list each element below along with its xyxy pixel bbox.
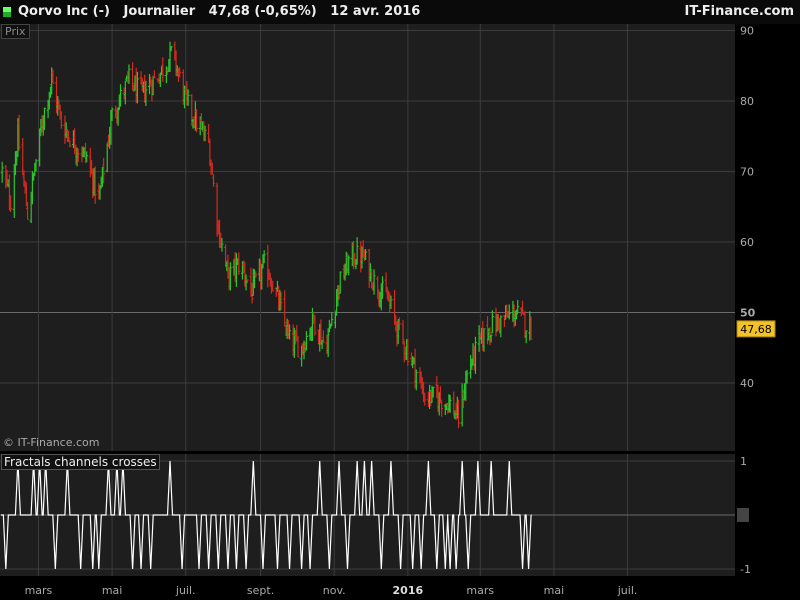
y-tick-label: 1 xyxy=(740,455,747,468)
x-tick-label: juil. xyxy=(617,584,638,597)
x-tick-label: mai xyxy=(544,584,565,597)
x-tick-label: mars xyxy=(466,584,494,597)
y-tick-label: 80 xyxy=(740,95,754,108)
y-tick-label: 50 xyxy=(740,307,756,320)
x-tick-label: mai xyxy=(102,584,123,597)
x-tick-label: sept. xyxy=(247,584,274,597)
y-tick-label: 60 xyxy=(740,236,754,249)
x-tick-label: nov. xyxy=(323,584,346,597)
last-price-label: 47,68 xyxy=(740,323,772,336)
indicator-zero-marker xyxy=(737,508,749,522)
y-tick-label: 90 xyxy=(740,25,754,38)
price-panel-label: Prix xyxy=(1,24,30,39)
indicator-title: Fractals channels crosses xyxy=(1,454,160,470)
copyright-text: © IT-Finance.com xyxy=(3,436,100,449)
chart-canvas: 405060708090-101marsmaijuil.sept.nov.201… xyxy=(0,24,776,597)
x-tick-label: mars xyxy=(25,584,53,597)
x-tick-label: 2016 xyxy=(393,584,424,597)
y-tick-label: 70 xyxy=(740,166,754,179)
y-tick-label: -1 xyxy=(740,563,751,576)
y-tick-label: 40 xyxy=(740,377,754,390)
x-tick-label: juil. xyxy=(175,584,196,597)
